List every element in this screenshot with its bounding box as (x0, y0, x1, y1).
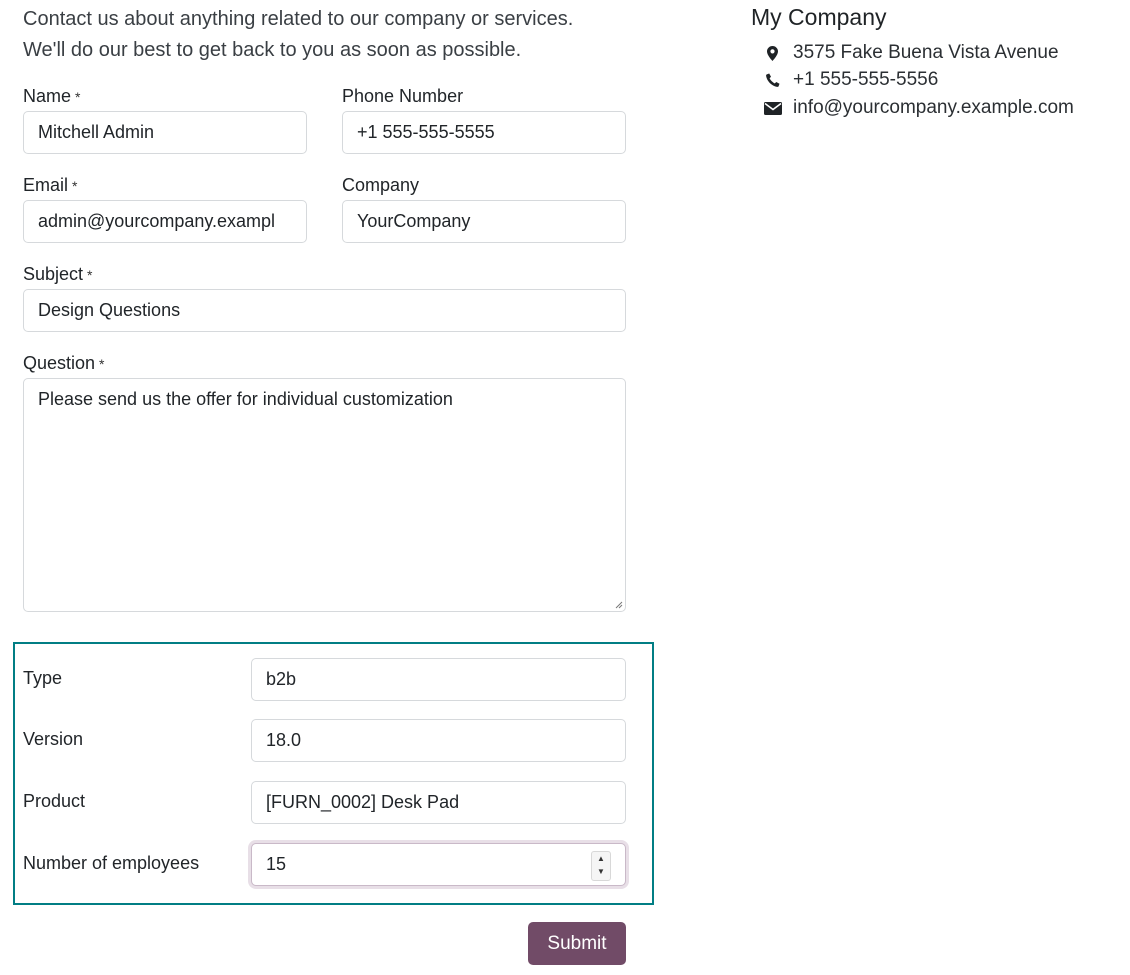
required-marker: * (87, 267, 93, 283)
type-label: Type (23, 668, 63, 688)
email-input-value: admin@yourcompany.exampl (38, 211, 276, 231)
company-input-value: YourCompany (357, 211, 471, 231)
company-phone: +1 555-555-5556 (793, 69, 939, 90)
product-input-value: [FURN_0002] Desk Pad (266, 792, 460, 812)
intro-line-2: We'll do our best to get back to you as … (23, 39, 522, 61)
employees-label: Number of employees (23, 853, 200, 873)
version-label: Version (23, 729, 84, 749)
required-marker: * (75, 89, 81, 105)
email-label-text: Email (23, 175, 69, 195)
question-textarea[interactable]: Please send us the offer for individual … (23, 378, 626, 612)
question-label-text: Question (23, 353, 96, 373)
phone-label-text: Phone Number (342, 86, 464, 106)
phone-label: Phone Number (342, 86, 463, 107)
company-address: 3575 Fake Buena Vista Avenue (793, 42, 1059, 63)
phone-icon (762, 71, 783, 89)
subject-input[interactable]: Design Questions (23, 289, 626, 332)
intro-text: Contact us about anything related to our… (23, 4, 663, 66)
envelope-icon (762, 99, 783, 117)
company-info-title: My Company (751, 4, 887, 30)
employees-input-value: 15 (266, 854, 287, 874)
product-input[interactable]: [FURN_0002] Desk Pad (251, 781, 626, 824)
question-label: Question * (23, 353, 105, 374)
spin-down-icon[interactable]: ▼ (592, 866, 610, 878)
question-textarea-value: Please send us the offer for individual … (38, 389, 453, 409)
subject-label-text: Subject (23, 264, 84, 284)
name-label: Name * (23, 86, 80, 107)
company-label-text: Company (342, 175, 420, 195)
submit-button[interactable]: Submit (528, 922, 626, 965)
company-email: info@yourcompany.example.com (793, 97, 1074, 118)
name-label-text: Name (23, 86, 72, 106)
type-input-value: b2b (266, 669, 297, 689)
spin-up-icon[interactable]: ▲ (592, 853, 610, 865)
email-label: Email * (23, 175, 77, 196)
required-marker: * (99, 356, 105, 372)
product-label: Product (23, 791, 86, 811)
required-marker: * (72, 178, 78, 194)
name-input-value: Mitchell Admin (38, 122, 155, 142)
company-address-row: 3575 Fake Buena Vista Avenue (762, 42, 1059, 64)
phone-input-value: +1 555-555-5555 (357, 122, 495, 142)
version-input-value: 18.0 (266, 730, 302, 750)
number-spinner[interactable]: ▲ ▼ (591, 851, 611, 881)
company-phone-row: +1 555-555-5556 (762, 69, 938, 91)
phone-input[interactable]: +1 555-555-5555 (342, 111, 626, 154)
intro-line-1: Contact us about anything related to our… (23, 8, 574, 30)
resize-grip-icon[interactable] (615, 601, 623, 609)
version-input[interactable]: 18.0 (251, 719, 626, 762)
company-label: Company (342, 175, 419, 196)
subject-label: Subject * (23, 264, 93, 285)
type-input[interactable]: b2b (251, 658, 626, 701)
company-input[interactable]: YourCompany (342, 200, 626, 243)
employees-number-input[interactable]: 15 ▲ ▼ (251, 843, 626, 886)
subject-input-value: Design Questions (38, 300, 181, 320)
map-marker-icon (762, 44, 783, 62)
email-input[interactable]: admin@yourcompany.exampl (23, 200, 307, 243)
name-input[interactable]: Mitchell Admin (23, 111, 307, 154)
company-email-row: info@yourcompany.example.com (762, 97, 1074, 119)
